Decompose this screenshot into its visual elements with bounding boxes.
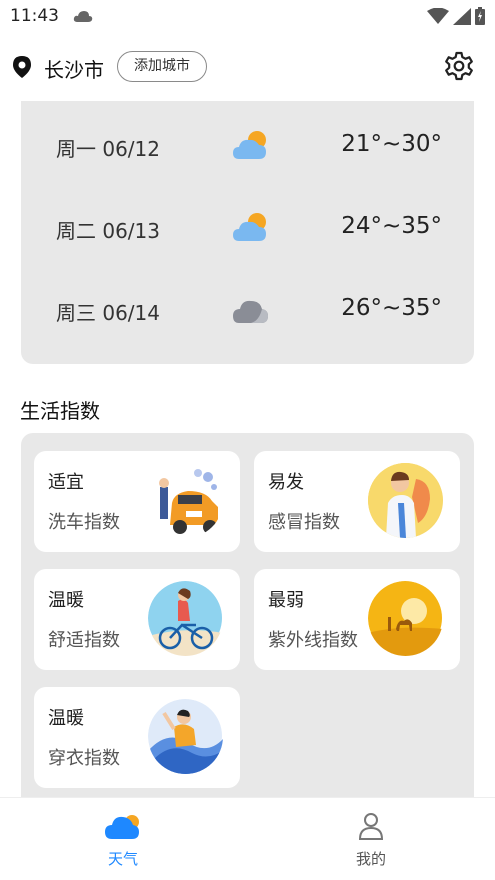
life-level: 温暖 (48, 708, 84, 729)
life-card-clothing[interactable]: 温暖 穿衣指数 (34, 687, 240, 788)
cloud-icon (73, 11, 93, 22)
cloudy-icon (233, 300, 268, 323)
nav-label-weather: 天气 (107, 850, 138, 868)
life-level: 温暖 (48, 590, 84, 611)
status-bar: 11:43 (0, 0, 495, 34)
user-icon (358, 813, 384, 840)
car-wash-illustration (148, 463, 223, 538)
desert-sun-illustration (368, 581, 443, 656)
forecast-temp: 26°~35° (341, 295, 442, 321)
forecast-day: 周一 06/12 (56, 137, 160, 161)
add-city-button[interactable]: 添加城市 (117, 51, 207, 82)
forecast-row[interactable]: 周二 06/13 24°~35° (21, 209, 474, 249)
signal-icon (453, 7, 471, 25)
forecast-card: 周一 06/12 21°~30° 周二 06/13 24°~35° 周三 06/… (21, 101, 474, 364)
life-name: 感冒指数 (268, 512, 340, 533)
life-index-title: 生活指数 (20, 399, 100, 423)
life-card-cold[interactable]: 易发 感冒指数 (254, 451, 460, 552)
life-index-panel: 适宜 洗车指数 易发 感冒指数 温暖 舒适指数 最弱 紫外线指数 温暖 穿衣指数 (21, 433, 474, 803)
life-name: 紫外线指数 (268, 630, 358, 651)
header: 长沙市 添加城市 (0, 44, 495, 90)
life-card-car-wash[interactable]: 适宜 洗车指数 (34, 451, 240, 552)
forecast-temp: 21°~30° (341, 131, 442, 157)
forecast-day: 周三 06/14 (56, 301, 160, 325)
life-name: 穿衣指数 (48, 748, 120, 769)
life-level: 适宜 (48, 472, 84, 493)
status-time: 11:43 (10, 6, 59, 26)
location-pin-icon[interactable] (12, 56, 32, 78)
life-card-uv[interactable]: 最弱 紫外线指数 (254, 569, 460, 670)
life-level: 最弱 (268, 590, 304, 611)
nav-label-mine: 我的 (355, 850, 386, 868)
status-right-icons (427, 7, 485, 25)
wifi-icon (427, 8, 449, 24)
battery-icon (475, 7, 485, 25)
life-level: 易发 (268, 472, 304, 493)
weather-cloud-icon (105, 815, 139, 839)
life-name: 舒适指数 (48, 630, 120, 651)
life-name: 洗车指数 (48, 512, 120, 533)
nav-tab-weather[interactable]: 天气 (73, 812, 173, 869)
city-name[interactable]: 长沙市 (44, 54, 104, 83)
life-card-comfort[interactable]: 温暖 舒适指数 (34, 569, 240, 670)
cycling-illustration (148, 581, 223, 656)
forecast-row[interactable]: 周三 06/14 26°~35° (21, 291, 474, 331)
cold-doctor-illustration (368, 463, 443, 538)
gear-icon[interactable] (444, 51, 474, 81)
forecast-temp: 24°~35° (341, 213, 442, 239)
forecast-day: 周二 06/13 (56, 219, 160, 243)
partly-cloudy-icon (233, 131, 266, 159)
clothing-illustration (148, 699, 223, 774)
bottom-nav: 天气 我的 (0, 797, 495, 880)
partly-cloudy-icon (233, 213, 266, 241)
forecast-row[interactable]: 周一 06/12 21°~30° (21, 127, 474, 167)
nav-tab-mine[interactable]: 我的 (321, 812, 421, 869)
